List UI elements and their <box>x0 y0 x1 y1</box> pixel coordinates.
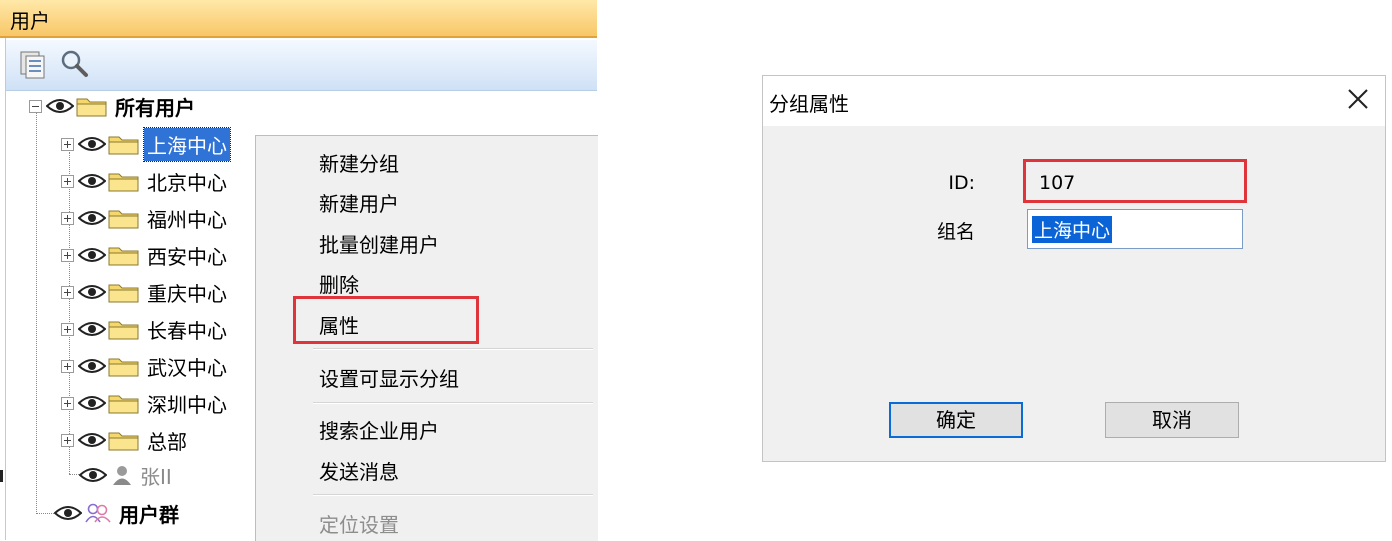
edge-artifact <box>0 470 3 482</box>
panel-title: 用户 <box>10 9 50 33</box>
menu-item-send-message[interactable]: 发送消息 <box>319 456 399 485</box>
group-name-value: 上海中心 <box>1032 216 1113 243</box>
eye-icon[interactable] <box>78 208 106 228</box>
ok-button[interactable]: 确定 <box>889 402 1023 438</box>
tree-node-group[interactable]: 深圳中心 <box>61 387 230 419</box>
collapse-toggle[interactable] <box>29 99 42 113</box>
tree-node-label[interactable]: 所有用户 <box>112 90 198 123</box>
tree-node-label[interactable]: 长春中心 <box>144 313 230 346</box>
tree-node-group[interactable]: 北京中心 <box>61 165 230 197</box>
group-name-label: 组名 <box>936 221 975 243</box>
tree-node-label[interactable]: 西安中心 <box>144 239 230 272</box>
eye-icon[interactable] <box>78 245 106 265</box>
tree-node-label[interactable]: 武汉中心 <box>144 350 230 383</box>
panel-title-bar: 用户 <box>0 0 597 38</box>
user-icon <box>113 466 131 485</box>
user-list-icon[interactable] <box>18 48 50 80</box>
tree-node-all-users[interactable]: 所有用户 <box>29 90 198 122</box>
folder-icon <box>108 284 139 303</box>
tree-node-label[interactable]: 重庆中心 <box>144 276 230 309</box>
expand-toggle[interactable] <box>61 322 74 336</box>
tree-node-label[interactable]: 深圳中心 <box>144 387 230 420</box>
menu-item-new-user[interactable]: 新建用户 <box>319 188 399 217</box>
menu-separator <box>313 402 593 404</box>
folder-icon <box>108 173 139 192</box>
tree-connector <box>36 112 37 514</box>
eye-icon[interactable] <box>78 134 106 154</box>
context-menu: 新建分组 新建用户 批量创建用户 删除 属性 设置可显示分组 搜索企业用户 发送… <box>255 135 598 541</box>
menu-separator <box>313 348 593 350</box>
id-label: ID: <box>948 172 975 194</box>
menu-item-new-group[interactable]: 新建分组 <box>319 148 399 177</box>
expand-toggle[interactable] <box>61 396 74 410</box>
folder-icon <box>108 432 139 451</box>
expand-toggle[interactable] <box>61 137 74 151</box>
group-properties-dialog: 分组属性 ID: 107 组名 上海中心 确定 取消 <box>762 75 1386 462</box>
eye-icon[interactable] <box>78 282 106 302</box>
expand-toggle[interactable] <box>61 211 74 225</box>
folder-icon <box>108 136 139 155</box>
expand-toggle[interactable] <box>61 174 74 188</box>
menu-item-batch-create-users[interactable]: 批量创建用户 <box>319 229 439 258</box>
eye-icon[interactable] <box>78 319 106 339</box>
tree-node-label[interactable]: 总部 <box>144 424 190 457</box>
id-highlight-box <box>1023 159 1247 203</box>
folder-icon <box>108 321 139 340</box>
tree-node-label[interactable]: 用户群 <box>116 497 182 530</box>
tree-node-user[interactable]: 张II <box>75 459 175 491</box>
tree-node-group[interactable]: 西安中心 <box>61 239 230 271</box>
menu-item-search-enterprise-users[interactable]: 搜索企业用户 <box>319 415 439 444</box>
expand-toggle[interactable] <box>61 248 74 262</box>
tree-node-label[interactable]: 北京中心 <box>144 165 230 198</box>
search-icon[interactable] <box>58 48 90 80</box>
dialog-title: 分组属性 <box>769 92 849 116</box>
folder-icon <box>108 358 139 377</box>
folder-icon <box>108 395 139 414</box>
folder-icon <box>76 98 107 117</box>
eye-icon[interactable] <box>54 503 82 523</box>
users-panel: 用户 所有用户 上海中心 北京中心 福州中心 西安中心 重庆中心 长春中心 武汉… <box>0 0 598 541</box>
properties-highlight-box <box>293 296 479 344</box>
panel-border <box>5 38 6 540</box>
folder-icon <box>108 210 139 229</box>
eye-icon[interactable] <box>79 465 107 485</box>
group-name-input[interactable]: 上海中心 <box>1027 209 1243 249</box>
user-group-icon <box>85 503 111 523</box>
menu-item-set-visible-groups[interactable]: 设置可显示分组 <box>319 363 459 392</box>
expand-toggle[interactable] <box>61 359 74 373</box>
menu-item-delete[interactable]: 删除 <box>319 269 359 298</box>
dialog-title-bar: 分组属性 <box>763 76 1385 126</box>
menu-separator <box>313 494 593 496</box>
panel-toolbar <box>6 40 597 91</box>
tree-node-group[interactable]: 重庆中心 <box>61 276 230 308</box>
tree-node-group[interactable]: 长春中心 <box>61 313 230 345</box>
eye-icon[interactable] <box>78 393 106 413</box>
eye-icon[interactable] <box>78 171 106 191</box>
tree-node-label[interactable]: 张II <box>137 459 175 492</box>
eye-icon[interactable] <box>46 96 74 116</box>
tree-node-user-groups[interactable]: 用户群 <box>50 497 182 529</box>
folder-icon <box>108 247 139 266</box>
close-icon[interactable] <box>1345 86 1371 112</box>
tree-node-group[interactable]: 上海中心 <box>61 126 231 162</box>
tree-node-group[interactable]: 武汉中心 <box>61 350 230 382</box>
eye-icon[interactable] <box>78 430 106 450</box>
tree-node-label[interactable]: 上海中心 <box>143 126 231 162</box>
eye-icon[interactable] <box>78 356 106 376</box>
menu-item-location-settings: 定位设置 <box>319 513 399 537</box>
cancel-button[interactable]: 取消 <box>1105 402 1239 438</box>
expand-toggle[interactable] <box>61 433 74 447</box>
tree-node-group[interactable]: 福州中心 <box>61 202 230 234</box>
tree-node-group[interactable]: 总部 <box>61 424 190 456</box>
expand-toggle[interactable] <box>61 285 74 299</box>
tree-node-label[interactable]: 福州中心 <box>144 202 230 235</box>
